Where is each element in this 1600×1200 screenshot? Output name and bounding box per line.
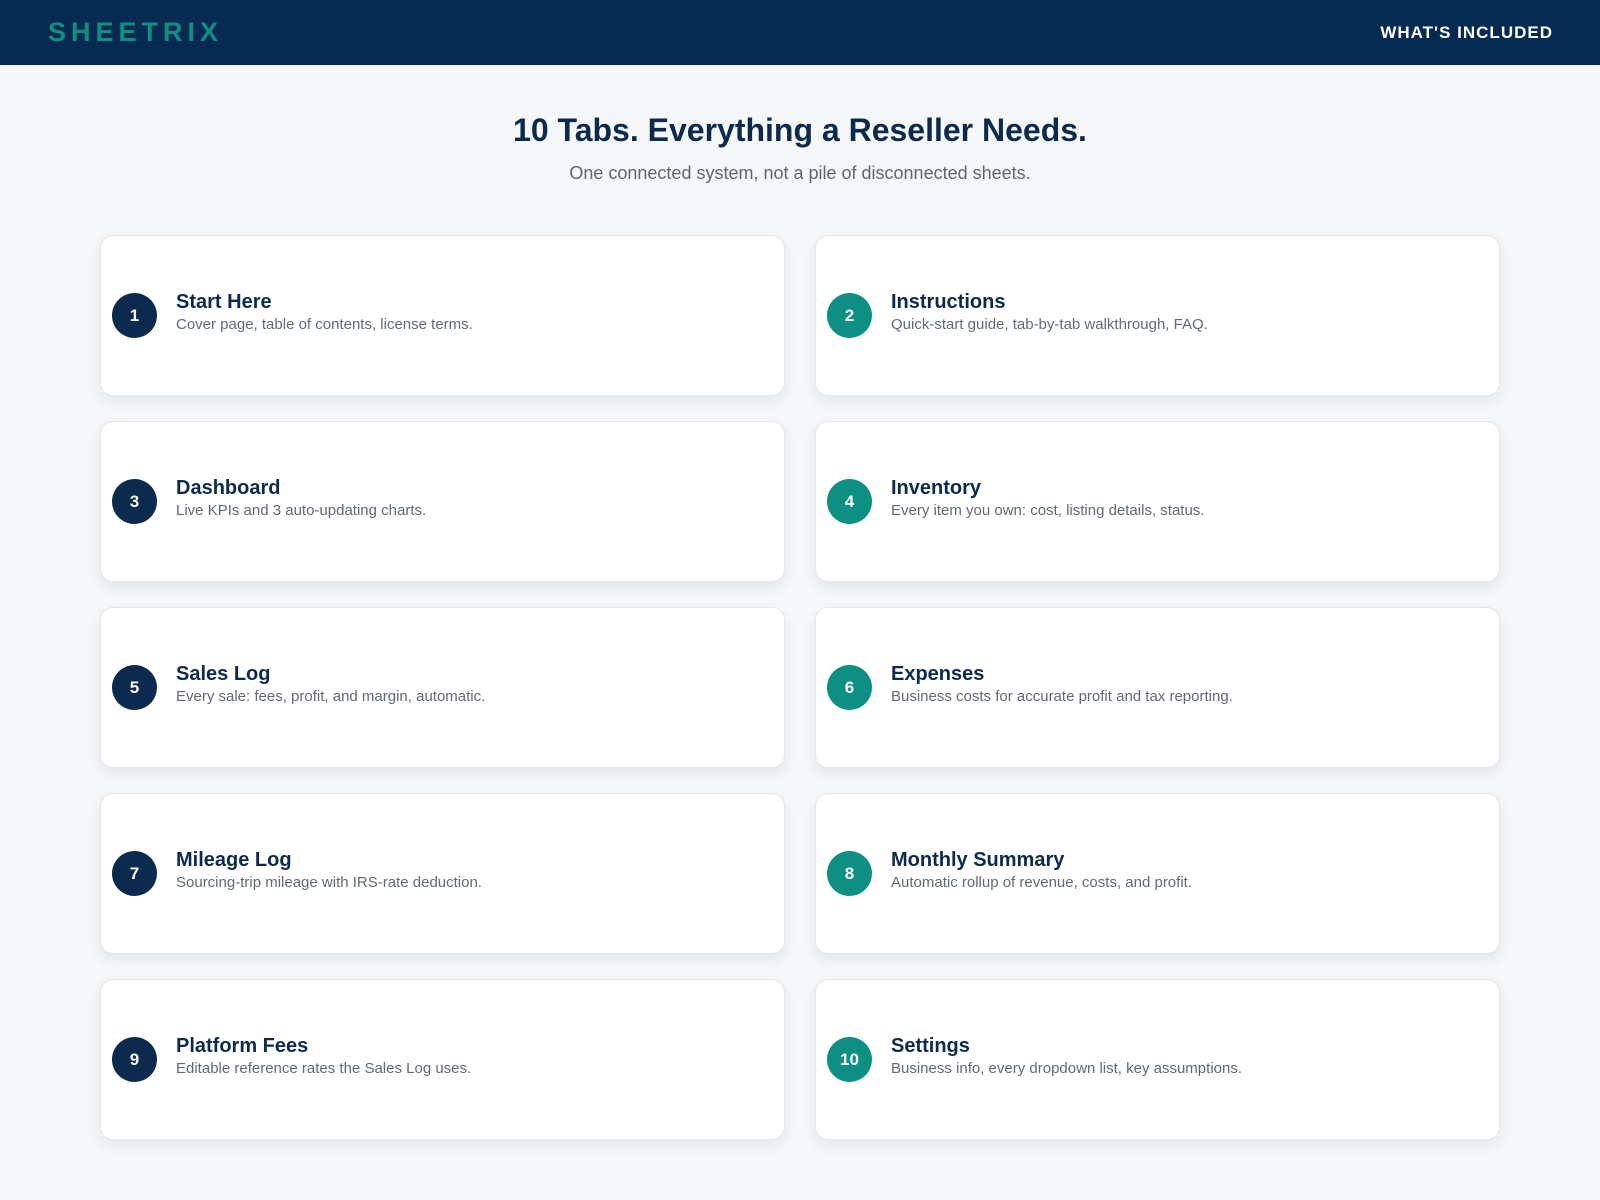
tab-card-inventory[interactable]: 4 Inventory Every item you own: cost, li… bbox=[815, 421, 1500, 582]
page-subtitle: One connected system, not a pile of disc… bbox=[569, 163, 1031, 183]
tab-card-description: Business costs for accurate profit and t… bbox=[891, 688, 1233, 705]
tab-number-badge: 3 bbox=[112, 479, 157, 524]
tab-card-description: Every item you own: cost, listing detail… bbox=[891, 502, 1205, 519]
tab-number-badge: 2 bbox=[827, 293, 872, 338]
tab-card-expenses[interactable]: 6 Expenses Business costs for accurate p… bbox=[815, 607, 1500, 768]
tab-card-title: Start Here bbox=[176, 291, 272, 313]
tab-card-title: Inventory bbox=[891, 477, 982, 499]
tab-number-badge: 6 bbox=[827, 665, 872, 710]
tab-card-description: Cover page, table of contents, license t… bbox=[176, 316, 473, 333]
tab-number-badge: 5 bbox=[112, 665, 157, 710]
tab-card-description: Quick-start guide, tab-by-tab walkthroug… bbox=[891, 316, 1208, 333]
tab-card-title: Instructions bbox=[891, 291, 1006, 313]
tab-card-description: Sourcing-trip mileage with IRS-rate dedu… bbox=[176, 874, 482, 891]
tab-number-badge: 8 bbox=[827, 851, 872, 896]
tab-card-mileage-log[interactable]: 7 Mileage Log Sourcing-trip mileage with… bbox=[100, 793, 785, 954]
tab-card-description: Business info, every dropdown list, key … bbox=[891, 1060, 1242, 1077]
tab-card-dashboard[interactable]: 3 Dashboard Live KPIs and 3 auto-updatin… bbox=[100, 421, 785, 582]
tab-number-badge: 10 bbox=[827, 1037, 872, 1082]
tab-card-title: Mileage Log bbox=[176, 849, 292, 871]
tab-card-monthly-summary[interactable]: 8 Monthly Summary Automatic rollup of re… bbox=[815, 793, 1500, 954]
tab-card-description: Live KPIs and 3 auto-updating charts. bbox=[176, 502, 427, 519]
tab-card-title: Settings bbox=[891, 1035, 970, 1057]
tab-card-title: Platform Fees bbox=[176, 1035, 309, 1057]
tab-card-platform-fees[interactable]: 9 Platform Fees Editable reference rates… bbox=[100, 979, 785, 1140]
tabs-grid: 1 Start Here Cover page, table of conten… bbox=[100, 235, 1500, 1140]
tab-card-sales-log[interactable]: 5 Sales Log Every sale: fees, profit, an… bbox=[100, 607, 785, 768]
tab-card-title: Dashboard bbox=[176, 477, 281, 499]
page-title: 10 Tabs. Everything a Reseller Needs. bbox=[513, 112, 1087, 148]
tab-card-settings[interactable]: 10 Settings Business info, every dropdow… bbox=[815, 979, 1500, 1140]
whats-included-link[interactable]: WHAT'S INCLUDED bbox=[1380, 23, 1553, 43]
tab-card-title: Sales Log bbox=[176, 663, 271, 685]
tab-card-description: Every sale: fees, profit, and margin, au… bbox=[176, 688, 486, 705]
tab-card-description: Automatic rollup of revenue, costs, and … bbox=[891, 874, 1192, 891]
tab-number-badge: 1 bbox=[112, 293, 157, 338]
brand-logo[interactable]: SHEETRIX bbox=[48, 17, 223, 47]
tab-number-badge: 4 bbox=[827, 479, 872, 524]
tab-card-description: Editable reference rates the Sales Log u… bbox=[176, 1060, 472, 1077]
top-navigation-bar: SHEETRIX WHAT'S INCLUDED bbox=[0, 0, 1600, 65]
tab-card-instructions[interactable]: 2 Instructions Quick-start guide, tab-by… bbox=[815, 235, 1500, 396]
tab-card-title: Expenses bbox=[891, 663, 985, 685]
tab-number-badge: 7 bbox=[112, 851, 157, 896]
tab-card-title: Monthly Summary bbox=[891, 849, 1065, 871]
tab-card-start-here[interactable]: 1 Start Here Cover page, table of conten… bbox=[100, 235, 785, 396]
tab-number-badge: 9 bbox=[112, 1037, 157, 1082]
